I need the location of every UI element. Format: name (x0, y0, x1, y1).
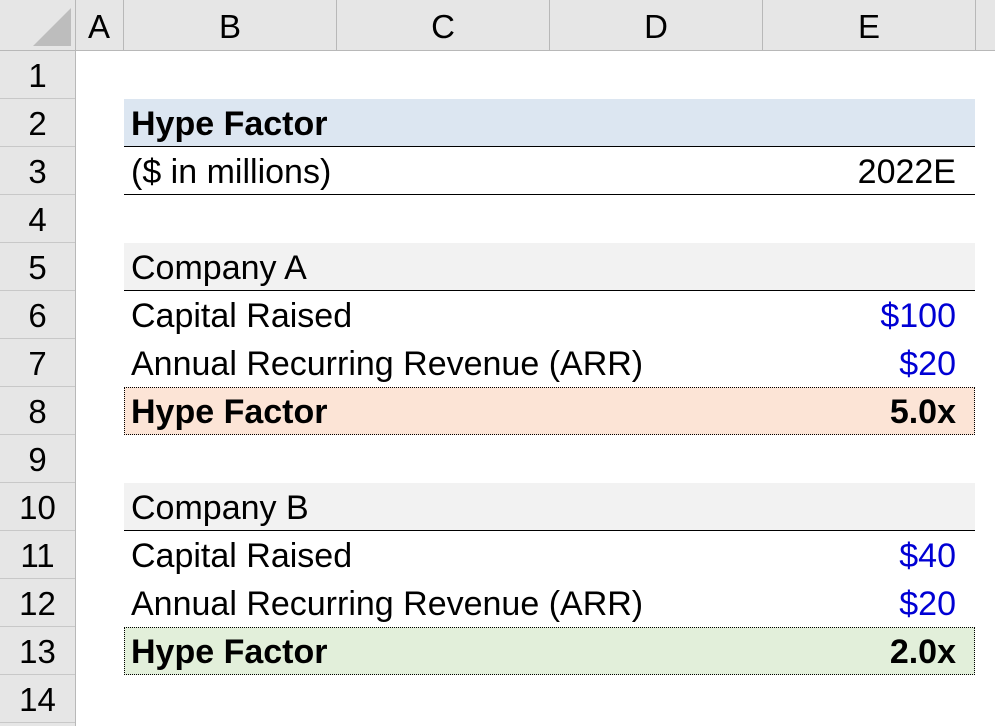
column-header-d[interactable]: D (550, 0, 763, 50)
company-a-arr-label[interactable]: Annual Recurring Revenue (ARR) (131, 339, 643, 387)
row-header-7[interactable]: 7 (0, 339, 75, 387)
company-b-capital-value[interactable]: $40 (899, 531, 956, 579)
row-header-3[interactable]: 3 (0, 147, 75, 195)
row-header-8[interactable]: 8 (0, 387, 75, 435)
company-a-name-cell[interactable]: Company A (131, 243, 307, 291)
row-header-13[interactable]: 13 (0, 627, 75, 675)
company-a-hype-value[interactable]: 5.0x (890, 387, 956, 435)
company-a-capital-value[interactable]: $100 (880, 291, 956, 339)
column-header-a[interactable]: A (75, 0, 124, 50)
title-cell[interactable]: Hype Factor (131, 99, 328, 147)
row-header-10[interactable]: 10 (0, 483, 75, 531)
company-b-hype-label[interactable]: Hype Factor (131, 627, 328, 675)
row-header-9[interactable]: 9 (0, 435, 75, 483)
units-cell[interactable]: ($ in millions) (131, 147, 331, 195)
company-a-hype-label[interactable]: Hype Factor (131, 387, 328, 435)
row-header-14[interactable]: 14 (0, 675, 75, 723)
year-cell[interactable]: 2022E (858, 147, 956, 195)
row-header-11[interactable]: 11 (0, 531, 75, 579)
column-header-bar: A B C D E (0, 0, 995, 51)
row-header-4[interactable]: 4 (0, 195, 75, 243)
spreadsheet: A B C D E 1 2 3 4 5 6 7 8 9 10 11 12 13 … (0, 0, 995, 726)
company-b-hype-value[interactable]: 2.0x (890, 627, 956, 675)
column-header-e[interactable]: E (763, 0, 976, 50)
select-all-triangle-icon (33, 8, 71, 46)
column-header-c[interactable]: C (337, 0, 550, 50)
column-header-b[interactable]: B (124, 0, 337, 50)
row-header-2[interactable]: 2 (0, 99, 75, 147)
company-b-arr-value[interactable]: $20 (899, 579, 956, 627)
row-header-6[interactable]: 6 (0, 291, 75, 339)
row-header-5[interactable]: 5 (0, 243, 75, 291)
company-a-capital-label[interactable]: Capital Raised (131, 291, 352, 339)
company-b-name-cell[interactable]: Company B (131, 483, 309, 531)
company-b-capital-label[interactable]: Capital Raised (131, 531, 352, 579)
row-header-12[interactable]: 12 (0, 579, 75, 627)
company-a-arr-value[interactable]: $20 (899, 339, 956, 387)
row-header-bar: 1 2 3 4 5 6 7 8 9 10 11 12 13 14 (0, 51, 76, 726)
row-header-1[interactable]: 1 (0, 51, 75, 99)
select-all-corner[interactable] (0, 0, 76, 50)
company-b-arr-label[interactable]: Annual Recurring Revenue (ARR) (131, 579, 643, 627)
